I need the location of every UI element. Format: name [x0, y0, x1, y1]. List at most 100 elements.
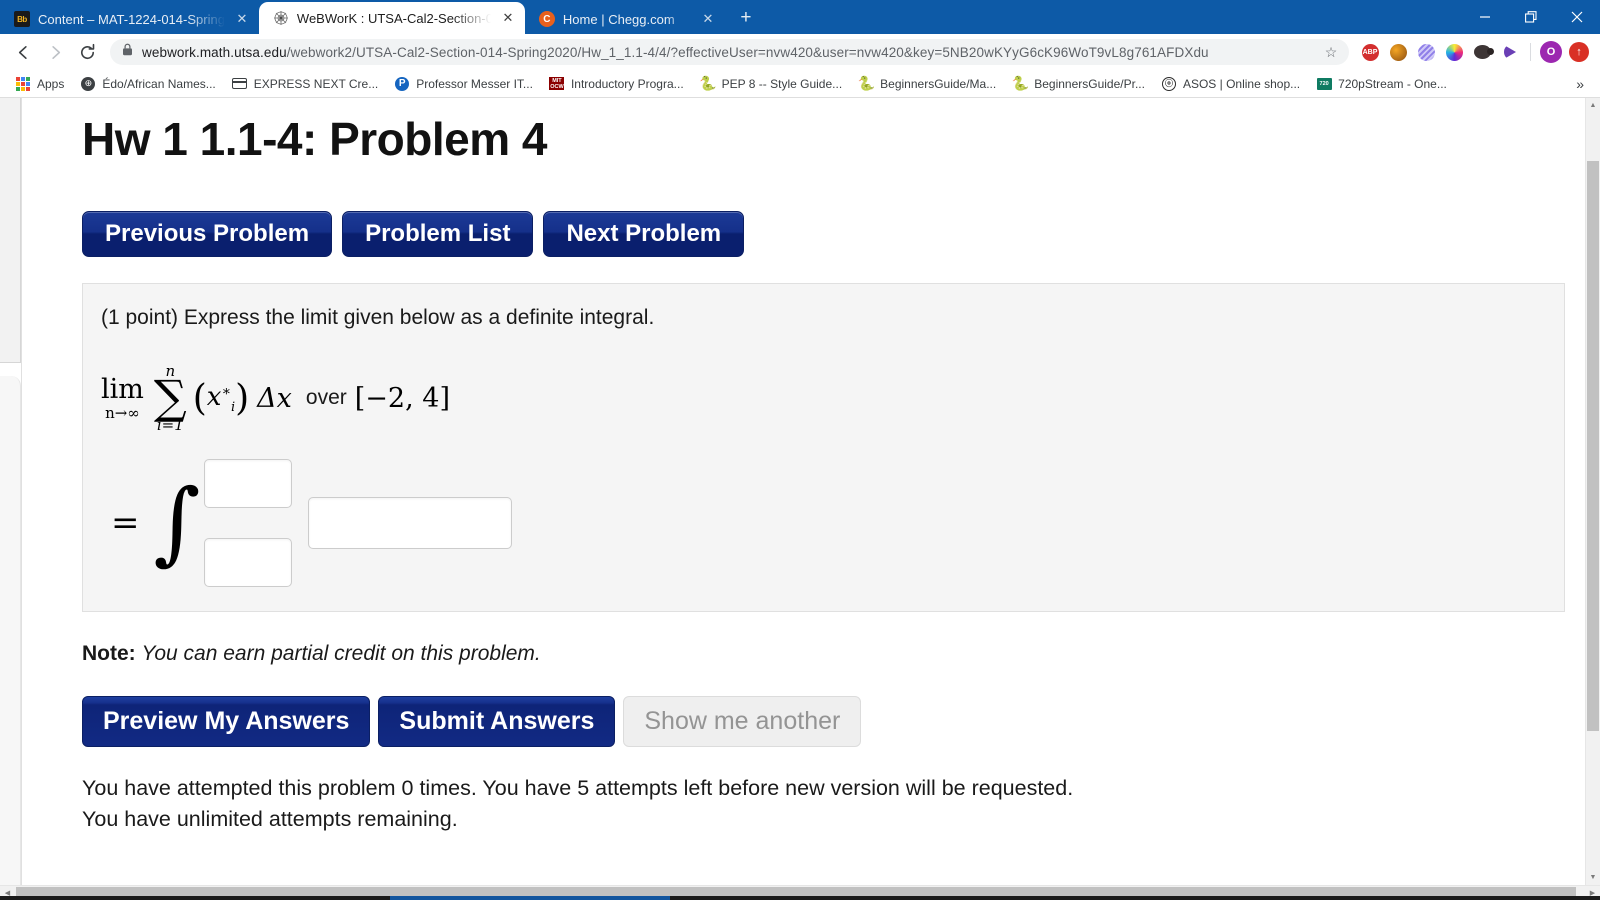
previous-problem-button[interactable]: Previous Problem — [82, 210, 333, 257]
bookmark-label: BeginnersGuide/Ma... — [880, 76, 997, 91]
bookmark-label: 720pStream - One... — [1338, 76, 1447, 91]
720pstream-icon: 720 — [1316, 76, 1332, 92]
bookmark-edo-african-names[interactable]: ⊕ Édo/African Names... — [73, 73, 222, 95]
bookmark-professor-messer[interactable]: P Professor Messer IT... — [387, 73, 540, 95]
submit-answers-button[interactable]: Submit Answers — [378, 695, 616, 747]
note-label: Note: — [82, 641, 136, 665]
browser-tab-3[interactable]: C Home | Chegg.com ✕ — [525, 4, 725, 34]
webwork-page: Hw 1 1.1-4: Problem 4 Previous Problem P… — [0, 98, 1585, 885]
bookmark-720pstream[interactable]: 720 720pStream - One... — [1309, 73, 1454, 95]
card-icon — [232, 76, 248, 92]
screenshot-icon[interactable] — [1469, 39, 1495, 65]
taskbar-segment-active — [390, 896, 670, 900]
tab-title: Content – MAT-1224-014-Spring — [38, 11, 225, 27]
forward-button[interactable] — [40, 37, 70, 67]
reload-button[interactable] — [72, 37, 102, 67]
new-tab-button[interactable]: + — [731, 3, 761, 33]
bookmark-beginnersguide-ma[interactable]: 🐍 BeginnersGuide/Ma... — [851, 73, 1003, 94]
toolbar-divider — [1530, 43, 1531, 61]
page-viewport: Hw 1 1.1-4: Problem 4 Previous Problem P… — [0, 98, 1600, 900]
instagram-icon[interactable] — [1441, 39, 1467, 65]
bookmark-express-next[interactable]: EXPRESS NEXT Cre... — [225, 73, 385, 95]
answer-actions: Preview My Answers Submit Answers Show m… — [82, 695, 1585, 747]
vertical-scroll-thumb[interactable] — [1587, 161, 1599, 731]
update-badge[interactable]: ↑ — [1566, 39, 1592, 65]
update-arrow-icon: ↑ — [1569, 42, 1589, 62]
professor-messer-icon: P — [394, 76, 410, 92]
browser-tab-bar: Bb Content – MAT-1224-014-Spring ✕ WeBWo… — [0, 0, 1600, 34]
problem-statement: (1 point) Express the limit given below … — [101, 305, 655, 329]
answer-expression: = ∫ — [101, 458, 1546, 587]
url-domain: webwork.math.utsa.edu — [142, 44, 287, 60]
bookmark-asos[interactable]: ⓞ ASOS | Online shop... — [1154, 73, 1307, 95]
integral-limits — [204, 458, 293, 587]
lim-subscript: n→∞ — [105, 403, 140, 422]
preview-my-answers-button[interactable]: Preview My Answers — [82, 695, 371, 747]
bookmarks-overflow-button[interactable]: » — [1568, 76, 1592, 92]
minimize-button[interactable] — [1462, 0, 1508, 34]
limit-operator: lim n→∞ — [101, 376, 144, 421]
avatar[interactable]: O — [1538, 39, 1564, 65]
bookmark-label: BeginnersGuide/Pr... — [1034, 76, 1145, 91]
sigma-lower-limit: i=1 — [156, 415, 184, 434]
bookmark-star-icon[interactable]: ☆ — [1321, 44, 1341, 61]
summand-base: x — [206, 381, 222, 412]
grammarly-icon[interactable] — [1413, 39, 1439, 65]
bookmark-label: Introductory Progra... — [570, 76, 684, 91]
cursor-icon[interactable] — [1497, 39, 1523, 65]
scroll-down-arrow-icon[interactable]: ▼ — [1586, 870, 1600, 885]
apps-grid-icon — [15, 76, 31, 92]
browser-toolbar: webwork.math.utsa.edu/webwork2/UTSA-Cal2… — [0, 34, 1600, 70]
asos-icon: ⓞ — [1161, 76, 1177, 92]
bookmark-label: Professor Messer IT... — [416, 76, 533, 91]
browser-tab-2-active[interactable]: WeBWorK : UTSA-Cal2-Section-0 ✕ — [258, 2, 525, 34]
vertical-scrollbar[interactable]: ▲ ▼ — [1585, 98, 1600, 885]
honey-icon[interactable] — [1385, 39, 1411, 65]
adblock-plus-icon[interactable]: ABP — [1357, 39, 1383, 65]
bookmark-label: EXPRESS NEXT Cre... — [253, 76, 379, 91]
scroll-up-arrow-icon[interactable]: ▲ — [1586, 98, 1600, 113]
bookmark-introductory-programming[interactable]: MIT OCW Introductory Progra... — [542, 73, 691, 95]
bookmark-apps[interactable]: Apps — [8, 73, 71, 95]
integrand-input[interactable] — [308, 496, 513, 549]
window-controls — [1462, 0, 1600, 34]
python-icon: 🐍 — [857, 75, 875, 91]
maximize-button[interactable] — [1508, 0, 1554, 34]
next-problem-button[interactable]: Next Problem — [543, 210, 745, 257]
equals-sign: = — [111, 502, 140, 543]
bookmark-label: ASOS | Online shop... — [1182, 76, 1301, 91]
close-button[interactable] — [1554, 0, 1600, 34]
back-button[interactable] — [8, 37, 38, 67]
browser-tab-1[interactable]: Bb Content – MAT-1224-014-Spring ✕ — [0, 4, 259, 34]
tab-title: Home | Chegg.com — [562, 11, 675, 27]
show-me-another-button: Show me another — [623, 695, 862, 747]
partial-credit-note: Note: You can earn partial credit on thi… — [82, 642, 1585, 666]
tab-close-icon[interactable]: ✕ — [499, 9, 517, 27]
taskbar-sliver — [0, 896, 1600, 900]
lower-limit-input[interactable] — [204, 537, 293, 587]
address-bar[interactable]: webwork.math.utsa.edu/webwork2/UTSA-Cal2… — [110, 39, 1349, 65]
bookmark-label: PEP 8 -- Style Guide... — [721, 76, 843, 91]
bookmark-pep8[interactable]: 🐍 PEP 8 -- Style Guide... — [693, 73, 850, 94]
bookmark-beginnersguide-pr[interactable]: 🐍 BeginnersGuide/Pr... — [1005, 73, 1152, 94]
upper-limit-input[interactable] — [204, 458, 293, 508]
integral-icon: ∫ — [153, 469, 201, 575]
url-text: webwork.math.utsa.edu/webwork2/UTSA-Cal2… — [142, 45, 1312, 60]
tab-close-icon[interactable]: ✕ — [699, 10, 717, 28]
avatar-initial: O — [1540, 41, 1562, 63]
attempts-line-1: You have attempted this problem 0 times.… — [82, 775, 1074, 800]
interval-text: [−2, 4] — [354, 382, 450, 414]
webwork-icon — [273, 10, 289, 26]
note-text: You can earn partial credit on this prob… — [141, 641, 541, 665]
summation-operator: n ∑ i=1 — [153, 363, 187, 434]
problem-list-button[interactable]: Problem List — [342, 210, 534, 257]
left-gutter — [0, 98, 22, 885]
sigma-glyph: ∑ — [153, 369, 187, 424]
url-path: /webwork2/UTSA-Cal2-Section-014-Spring20… — [286, 44, 1209, 60]
summand-superscript: ∗ — [221, 383, 231, 400]
tab-close-icon[interactable]: ✕ — [233, 10, 251, 28]
over-word: over — [305, 386, 347, 410]
blackboard-icon: Bb — [14, 11, 30, 27]
problem-navigation: Previous Problem Problem List Next Probl… — [82, 210, 1585, 257]
python-icon: 🐍 — [698, 75, 717, 91]
